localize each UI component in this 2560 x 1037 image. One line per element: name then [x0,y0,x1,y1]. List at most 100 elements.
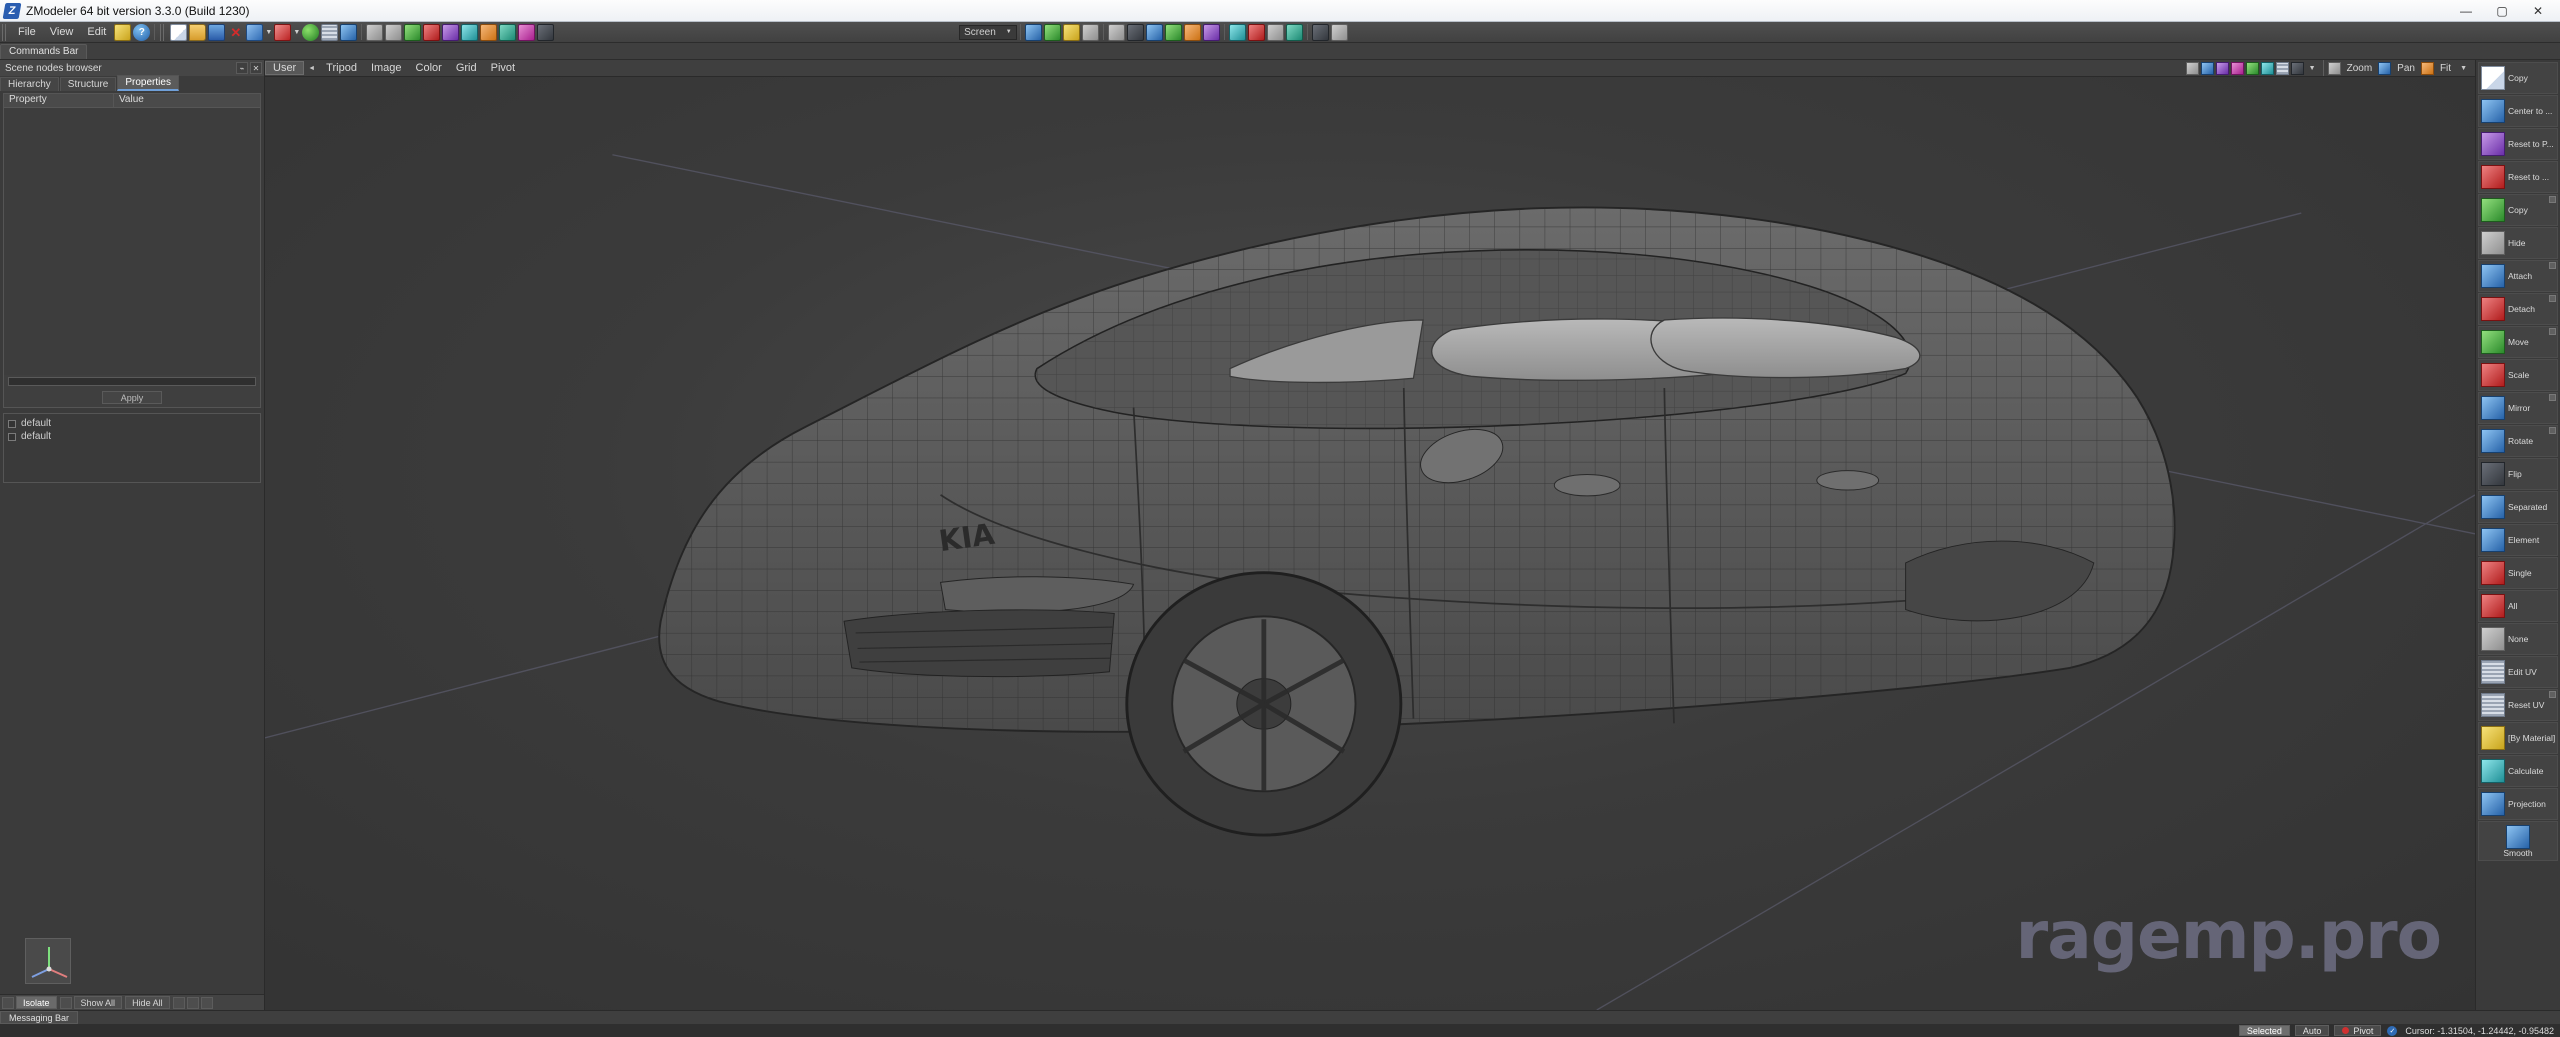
tool-copy-object[interactable]: Copy [2478,194,2558,226]
view-user-icon[interactable] [1081,23,1099,41]
redo-icon[interactable] [385,23,403,41]
axis-toggle-icon[interactable] [1126,23,1144,41]
tool-mirror[interactable]: Mirror [2478,392,2558,424]
lines-icon[interactable] [2230,61,2244,75]
filter-icon[interactable] [1330,23,1348,41]
help-icon[interactable]: ? [133,23,151,41]
vertex-mode-icon[interactable] [1145,23,1163,41]
solid-icon[interactable] [2200,61,2214,75]
render-icon[interactable] [480,23,498,41]
axis-gizmo-icon[interactable] [25,938,71,984]
expand-icon[interactable] [2549,196,2556,203]
select-icon[interactable] [442,23,460,41]
toolbar-grip[interactable] [2,23,9,41]
object-mode-icon[interactable] [1202,23,1220,41]
freeze-icon[interactable] [172,996,185,1009]
material-editor-icon[interactable] [461,23,479,41]
snap-icon[interactable] [404,23,422,41]
expand-icon[interactable] [2549,427,2556,434]
viewport-menu-grid[interactable]: Grid [449,62,484,74]
visibility-icon[interactable] [59,996,72,1009]
wireframe-icon[interactable] [2185,61,2199,75]
tool-rotate[interactable]: Rotate [2478,425,2558,457]
minimize-button[interactable]: — [2448,1,2484,21]
tool-center-to[interactable]: Center to ... [2478,95,2558,127]
delete-icon[interactable] [423,23,441,41]
expand-icon[interactable] [2549,262,2556,269]
tool-detach[interactable]: Detach [2478,293,2558,325]
globe-icon[interactable] [302,23,320,41]
pan-button[interactable]: Pan [2392,63,2420,74]
pin-icon[interactable]: ⌁ [236,62,248,74]
viewport-menu-image[interactable]: Image [364,62,409,74]
status-selected[interactable]: Selected [2238,1025,2290,1036]
expand-icon[interactable] [2549,394,2556,401]
tool-reset-to[interactable]: Reset to ... [2478,161,2558,193]
show-all-button[interactable]: Show All [73,996,123,1009]
tool-separated[interactable]: Separated [2478,491,2558,523]
lock-icon[interactable] [1311,23,1329,41]
light-icon[interactable] [499,23,517,41]
preferences-icon[interactable] [114,23,132,41]
tool-smooth[interactable]: Smooth [2478,821,2558,861]
close-red-x-icon[interactable]: ✕ [227,24,244,41]
export-icon[interactable] [274,23,292,41]
viewport-menu-user[interactable]: User [265,61,305,75]
view-front-icon[interactable] [1024,23,1042,41]
tool-move[interactable]: Move [2478,326,2558,358]
tab-properties[interactable]: Properties [117,75,179,91]
close-icon[interactable]: ✕ [250,62,262,74]
status-pivot[interactable]: Pivot [2334,1025,2382,1036]
tool-scale[interactable]: Scale [2478,359,2558,391]
undo-icon[interactable] [366,23,384,41]
unfreeze-icon[interactable] [186,996,199,1009]
properties-rows[interactable] [4,108,260,375]
layer-checkbox[interactable] [8,419,16,428]
shaded-icon[interactable] [2260,61,2274,75]
close-button[interactable]: ✕ [2520,1,2556,21]
tool-all[interactable]: All [2478,590,2558,622]
check-icon[interactable]: ✓ [2387,1025,2398,1036]
face-mode-icon[interactable] [1183,23,1201,41]
view-left-icon[interactable] [1062,23,1080,41]
fit-icon[interactable] [2420,61,2434,75]
viewport-collapse-icon[interactable]: ◄ [304,65,319,72]
settings-icon[interactable] [537,23,555,41]
tool-edit-uv[interactable]: Edit UV [2478,656,2558,688]
tool-reset-to-parent[interactable]: Reset to P... [2478,128,2558,160]
fit-button[interactable]: Fit [2435,63,2456,74]
magnifier-icon[interactable] [2327,61,2341,75]
menu-file[interactable]: File [11,24,43,40]
tab-commands-bar[interactable]: Commands Bar [0,44,88,59]
expand-icon[interactable] [2549,691,2556,698]
maximize-button[interactable]: ▢ [2484,1,2520,21]
tool-none[interactable]: None [2478,623,2558,655]
tool-by-material[interactable]: [By Material] [2478,722,2558,754]
tool-projection[interactable]: Projection [2478,788,2558,820]
new-document-icon[interactable] [170,23,188,41]
screen-layout-select[interactable]: Screen ▼ [959,24,1017,40]
viewport-menu-pivot[interactable]: Pivot [484,62,522,74]
render-chevron-down-icon[interactable]: ▼ [2305,65,2320,72]
extrude-icon[interactable] [1266,23,1284,41]
import-chevron-down-icon[interactable]: ▼ [264,24,273,41]
arrow-icon[interactable] [340,23,358,41]
viewport-3d[interactable]: KIA ragemp.pro [265,77,2475,1010]
tab-hierarchy[interactable]: Hierarchy [0,77,59,91]
uv-icon[interactable] [2275,61,2289,75]
tool-element[interactable]: Element [2478,524,2558,556]
weld-icon[interactable] [1247,23,1265,41]
viewport-options-chevron-down-icon[interactable]: ▼ [2456,65,2471,72]
menu-edit[interactable]: Edit [80,24,113,40]
grid-toggle-icon[interactable] [1107,23,1125,41]
edge-mode-icon[interactable] [1164,23,1182,41]
layer-checkbox[interactable] [8,432,16,441]
texture-grid-icon[interactable] [321,23,339,41]
tool-copy[interactable]: Copy [2478,62,2558,94]
textured-icon[interactable] [2215,61,2229,75]
view-top-icon[interactable] [1043,23,1061,41]
list-item[interactable]: default [8,417,260,430]
expand-all-icon[interactable] [2,996,14,1009]
expand-icon[interactable] [2549,295,2556,302]
material-icon[interactable] [2245,61,2259,75]
